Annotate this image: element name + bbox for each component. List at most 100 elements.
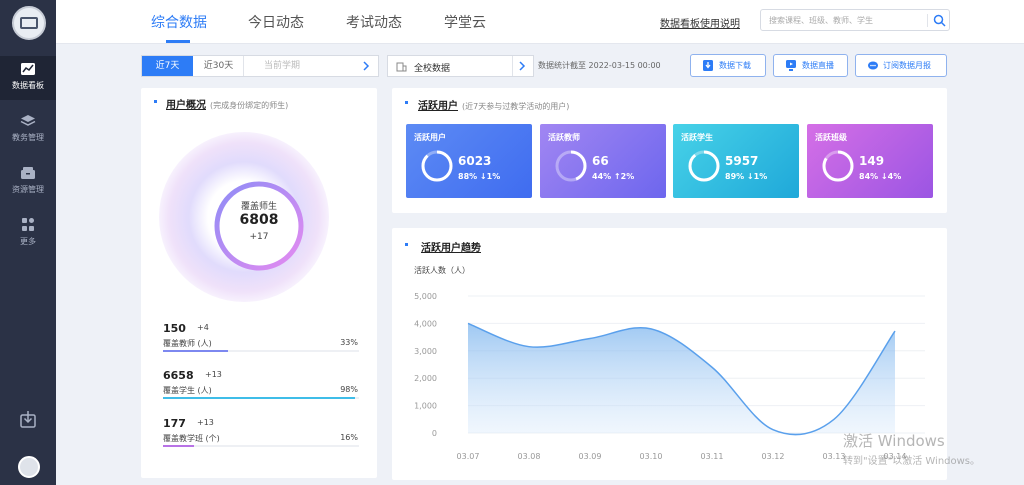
y-tick-label: 1,000 xyxy=(414,402,437,411)
trend-point[interactable] xyxy=(831,416,837,422)
progress-track xyxy=(163,397,359,399)
stat-value: 150 xyxy=(163,322,186,335)
metric-title: 活跃班级 xyxy=(815,133,847,142)
stat-delta: +13 xyxy=(197,418,214,427)
sidebar-item-label: 更多 xyxy=(20,237,36,246)
tab-exam[interactable]: 考试动态 xyxy=(346,12,402,32)
stat-delta: +4 xyxy=(197,323,209,332)
y-tick-label: 4,000 xyxy=(414,319,437,328)
metric-active-students[interactable]: 活跃学生 5957 89% ↓1% xyxy=(673,124,799,198)
stat-label: 覆盖教学班 (个) xyxy=(163,434,220,443)
button-label: 订阅数据月报 xyxy=(883,61,931,70)
trend-point[interactable] xyxy=(770,427,776,433)
stat-label: 覆盖教师 (人) xyxy=(163,339,212,348)
windows-watermark-sub: 转到"设置"以激活 Windows。 xyxy=(843,456,981,467)
scope-selector[interactable]: 全校数据 xyxy=(387,55,534,77)
metric-sub: 88% ↓1% xyxy=(458,172,501,181)
overview-title: 用户概况 (完成身份绑定的师生) xyxy=(166,100,289,111)
data-live-button[interactable]: 数据直播 xyxy=(773,54,848,77)
trend-point[interactable] xyxy=(587,335,593,341)
metric-value: 6023 xyxy=(458,154,492,168)
stat-cutoff-note: 数据统计截至 2022-03-15 00:00 xyxy=(538,61,661,70)
sidebar-item-label: 数据看板 xyxy=(12,81,44,90)
divider xyxy=(927,14,928,27)
progress-track xyxy=(163,350,359,352)
metric-active-users[interactable]: 活跃用户 6023 88% ↓1% xyxy=(406,124,532,198)
x-tick-label: 03.12 xyxy=(762,452,785,461)
y-tick-label: 2,000 xyxy=(414,374,437,383)
range-7-days[interactable]: 近7天 xyxy=(142,56,193,76)
tab-today[interactable]: 今日动态 xyxy=(248,12,304,32)
chevron-right-icon[interactable] xyxy=(518,61,526,71)
metric-title: 活跃教师 xyxy=(548,133,580,142)
subscribe-report-button[interactable]: 订阅数据月报 xyxy=(855,54,947,77)
sidebar-item-resources[interactable]: 资源管理 xyxy=(0,160,56,204)
active-title: 活跃用户 (近7天参与过教学活动的用户) xyxy=(418,101,570,112)
trend-point[interactable] xyxy=(648,326,654,332)
active-users-card: 活跃用户 (近7天参与过教学活动的用户) 活跃用户 6023 88% ↓1% 活跃… xyxy=(392,88,947,213)
download-icon xyxy=(703,60,713,71)
ring-value: 6808 xyxy=(239,212,279,228)
sidebar-item-dashboard[interactable]: 数据看板 xyxy=(0,56,56,100)
stat-percent: 33% xyxy=(340,338,358,347)
dashboard-help-link[interactable]: 数据看板使用说明 xyxy=(660,15,740,30)
x-tick-label: 03.11 xyxy=(701,452,724,461)
building-icon xyxy=(396,62,407,72)
metric-value: 5957 xyxy=(725,154,759,168)
school-logo[interactable] xyxy=(12,6,46,40)
sidebar-item-academic[interactable]: 教务管理 xyxy=(0,108,56,152)
search-icon[interactable] xyxy=(933,14,946,27)
stat-label: 覆盖学生 (人) xyxy=(163,386,212,395)
sidebar-item-label: 教务管理 xyxy=(12,133,44,142)
search-input[interactable]: 搜索课程、班级、教师、学生 xyxy=(769,15,873,26)
trend-point[interactable] xyxy=(526,344,532,350)
title-marker xyxy=(154,100,157,103)
trend-point[interactable] xyxy=(709,364,715,370)
metric-title: 活跃学生 xyxy=(681,133,713,142)
metric-active-teachers[interactable]: 活跃教师 66 44% ↑2% xyxy=(540,124,666,198)
metric-title: 活跃用户 xyxy=(414,133,446,142)
metric-ring xyxy=(822,150,854,182)
trend-chart-icon xyxy=(21,63,35,75)
button-label: 数据下载 xyxy=(719,61,751,70)
stat-value: 177 xyxy=(163,417,186,430)
stat-value: 6658 xyxy=(163,369,194,382)
stat-students: 6658 +13 覆盖学生 (人) 98% xyxy=(163,369,363,409)
stat-delta: +13 xyxy=(205,370,222,379)
school-building-icon xyxy=(20,17,38,29)
progress-fill xyxy=(163,445,195,447)
windows-watermark: 激活 Windows xyxy=(843,432,945,450)
title-marker xyxy=(405,101,408,104)
metric-sub: 44% ↑2% xyxy=(592,172,635,181)
semester-select[interactable]: 当前学期 xyxy=(252,56,312,76)
x-tick-label: 03.09 xyxy=(579,452,602,461)
trend-point[interactable] xyxy=(465,320,471,326)
range-30-days[interactable]: 近30天 xyxy=(194,56,244,76)
tab-xuetangyun[interactable]: 学堂云 xyxy=(444,12,486,32)
tab-overview[interactable]: 综合数据 xyxy=(151,12,207,32)
search-box[interactable]: 搜索课程、班级、教师、学生 xyxy=(760,9,950,31)
ring-label: 覆盖师生 xyxy=(240,202,277,212)
date-range-selector: 近7天 近30天 当前学期 xyxy=(141,55,379,77)
stat-classes: 177 +13 覆盖教学班 (个) 16% xyxy=(163,417,363,457)
button-label: 数据直播 xyxy=(802,61,834,70)
subscribe-icon xyxy=(868,61,878,70)
progress-fill xyxy=(163,397,356,399)
metric-active-classes[interactable]: 活跃班级 149 84% ↓4% xyxy=(807,124,933,198)
data-download-button[interactable]: 数据下载 xyxy=(690,54,766,77)
metric-value: 149 xyxy=(859,154,885,168)
avatar[interactable] xyxy=(18,456,40,478)
progress-fill xyxy=(163,350,228,352)
trend-area xyxy=(468,323,895,435)
grid-icon xyxy=(22,218,34,231)
trend-point[interactable] xyxy=(892,328,898,334)
top-nav: 综合数据 今日动态 考试动态 学堂云 数据看板使用说明 搜索课程、班级、教师、学… xyxy=(56,0,1024,44)
progress-track xyxy=(163,445,359,447)
sidebar: 数据看板 教务管理 资源管理 更多 xyxy=(0,0,56,485)
live-icon xyxy=(786,60,796,71)
ring-delta: +17 xyxy=(249,232,269,242)
stat-percent: 16% xyxy=(340,433,358,442)
sidebar-item-more[interactable]: 更多 xyxy=(0,212,56,256)
chevron-right-icon[interactable] xyxy=(362,61,370,71)
download-box-icon[interactable] xyxy=(20,410,36,428)
